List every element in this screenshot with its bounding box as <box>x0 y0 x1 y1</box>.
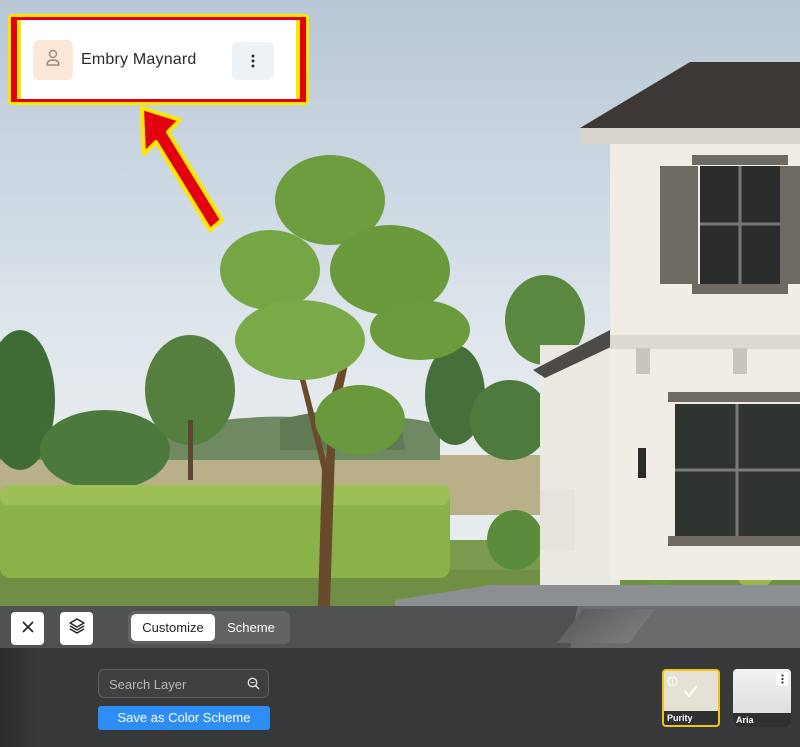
user-card: Embry Maynard <box>21 20 296 99</box>
view-mode-tabs: Customize Scheme <box>128 611 290 644</box>
save-color-scheme-button[interactable]: Save as Color Scheme <box>98 706 270 730</box>
swatch-aria[interactable]: Aria <box>733 669 791 727</box>
close-button[interactable] <box>11 612 44 645</box>
user-name: Embry Maynard <box>81 51 197 68</box>
close-icon <box>21 620 34 638</box>
checkmark-icon <box>683 684 699 703</box>
search-layer-field[interactable] <box>98 669 269 698</box>
customize-panel: Save as Color Scheme Purity Aria <box>0 648 800 747</box>
vertical-dots-icon[interactable] <box>776 672 788 686</box>
panel-edge-shadow <box>0 648 40 747</box>
annotation-arrow <box>140 106 224 232</box>
swatch-label: Aria <box>733 713 791 727</box>
bottom-toolbar: Customize Scheme <box>0 606 800 648</box>
user-card-highlight: Embry Maynard <box>8 14 309 105</box>
layers-button[interactable] <box>60 612 93 645</box>
person-icon <box>45 49 61 72</box>
layers-icon <box>68 617 86 640</box>
search-layer-input[interactable] <box>109 675 244 693</box>
vertical-dots-icon <box>251 54 255 68</box>
user-card-frame: Embry Maynard <box>11 17 306 102</box>
swatch-purity[interactable]: Purity <box>662 669 720 727</box>
user-menu-button[interactable] <box>232 42 274 80</box>
search-icon[interactable] <box>247 677 260 695</box>
tab-scheme[interactable]: Scheme <box>215 614 287 641</box>
tab-customize[interactable]: Customize <box>131 614 215 641</box>
swatch-label: Purity <box>664 711 718 725</box>
avatar <box>33 40 73 80</box>
info-icon[interactable] <box>667 674 678 692</box>
